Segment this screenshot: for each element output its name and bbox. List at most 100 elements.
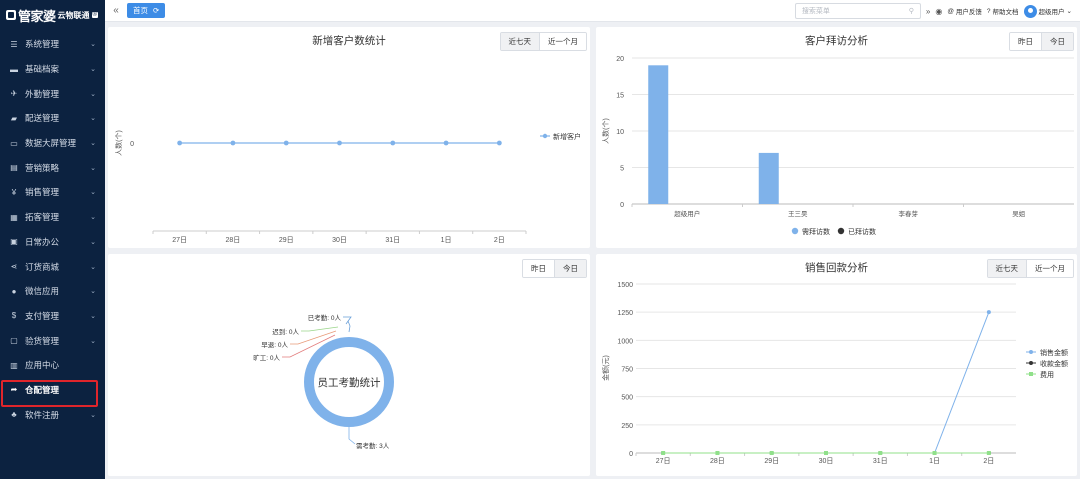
sidebar-item-label: 仓配管理 (25, 384, 60, 395)
sidebar-item[interactable]: ♣ 软件注册 ⌄ (0, 402, 105, 427)
chevron-down-icon: ⌄ (90, 238, 96, 246)
y-tick-label: 1500 (617, 282, 633, 289)
help-link[interactable]: ? 帮助文档 (987, 6, 1019, 17)
slice-label: 旷工: 0人 (253, 353, 280, 362)
logo-icon (6, 10, 16, 20)
leader-line (301, 326, 339, 332)
sidebar-item[interactable]: ▣ 日常办公 ⌄ (0, 230, 105, 255)
data-point (390, 140, 396, 146)
tab-home-label: 首页 (133, 6, 148, 15)
refresh-icon[interactable]: ⟳ (153, 6, 159, 15)
calendar-icon: ▥ (10, 360, 18, 370)
truck-icon: ▰ (10, 113, 18, 123)
bar-需拜访数 (648, 65, 669, 204)
sidebar-item[interactable]: ☰ 系统管理 ⌄ (0, 32, 105, 57)
chevron-down-icon: ⌄ (1066, 8, 1072, 15)
y-axis-label: 金额(元) (601, 355, 610, 381)
data-point (337, 140, 342, 146)
sidebar-item-label: 订货商城 (25, 261, 60, 272)
x-tick-label: 1日 (929, 457, 940, 465)
x-tick-label: 31日 (385, 236, 400, 244)
data-point (715, 451, 720, 455)
series-line-销售金额 (663, 311, 990, 454)
x-tick-label: 1日 (441, 236, 452, 244)
search-placeholder: 搜索菜单 (801, 8, 830, 15)
sidebar-item[interactable]: ▰ 配送管理 ⌄ (0, 106, 105, 131)
plane-icon: ✈ (10, 89, 18, 99)
x-tick-label: 2日 (983, 457, 994, 465)
menu-search-input[interactable]: 搜索菜单 ⚲ (794, 3, 921, 19)
sidebar-item[interactable]: ▦ 拓客管理 ⌄ (0, 205, 105, 230)
panel-new-customers: 新增客户数统计 近七天 近一个月 人数(个) 0 27日 28日 29日 30日 31日 1日… (108, 27, 590, 248)
legend-label: 销售金额 (1040, 348, 1068, 357)
tabs-menu-icon[interactable]: ◉ (935, 7, 942, 16)
chevron-down-icon: ⌄ (90, 411, 96, 419)
sidebar-item-label: 基础档案 (25, 64, 60, 75)
search-icon[interactable]: ⚲ (909, 7, 914, 15)
new-customers-chart: 人数(个) 0 27日 28日 29日 30日 31日 1日 2日 新增客户 (114, 130, 581, 244)
brand-logo[interactable]: 管家婆 云物联通 ® (0, 0, 105, 30)
sidebar-item-label: 营销策略 (25, 162, 60, 173)
data-point (769, 451, 774, 455)
inbox-icon: ▢ (10, 336, 18, 346)
chevron-down-icon: ⌄ (90, 312, 96, 320)
grid-icon: ▦ (10, 212, 18, 222)
chevron-down-icon: ⌄ (90, 115, 96, 123)
data-point (230, 140, 236, 146)
x-tick-label: 29日 (764, 457, 779, 465)
sidebar-item[interactable]: ▭ 数据大屏管理 ⌄ (0, 131, 105, 156)
topbar: « 首页 ⟳ 搜索菜单 ⚲ » ◉ @ 用户反馈 ? 帮助文档 超级用户 ⌄ (105, 0, 1080, 22)
folder-icon: ▬ (10, 64, 18, 74)
tab-home[interactable]: 首页 ⟳ (127, 3, 166, 18)
legend-label: 需拜访数 (802, 227, 830, 236)
sidebar-item[interactable]: ● 微信应用 ⌄ (0, 279, 105, 304)
sidebar-item[interactable]: ¥ 销售管理 ⌄ (0, 180, 105, 205)
brand-suffix: 云物联通 (57, 10, 90, 20)
sidebar-item[interactable]: ✈ 外勤管理 ⌄ (0, 81, 105, 106)
sidebar-item[interactable]: ▢ 验货管理 ⌄ (0, 328, 105, 353)
legend-label: 新增客户 (553, 132, 581, 141)
sidebar-item[interactable]: ▥ 应用中心 (0, 353, 105, 378)
expand-right-icon[interactable]: » (926, 7, 930, 16)
sidebar-menu: ☰ 系统管理 ⌄ ▬ 基础档案 ⌄ ✈ 外勤管理 ⌄ ▰ 配送管理 ⌄ ▭ 数据大屏管理 ⌄ ▤ 营销策略 ⌄ ¥ 销… (0, 32, 105, 427)
slice-label: 需考勤: 3人 (356, 441, 390, 450)
x-tick-label: 李春芽 (899, 209, 919, 218)
legend-marker (1029, 372, 1033, 376)
data-point (986, 310, 991, 315)
chevron-down-icon: ⌄ (90, 140, 96, 148)
data-point (443, 140, 449, 146)
data-point (283, 140, 289, 146)
sidebar-item-label: 拓客管理 (25, 212, 60, 223)
x-tick-label: 27日 (656, 457, 671, 465)
brand-name: 管家婆 (18, 8, 56, 24)
sidebar-item[interactable]: ▬ 基础档案 ⌄ (0, 57, 105, 82)
x-tick-label: 吴姐 (1012, 209, 1026, 218)
wallet-icon: ▤ (10, 163, 18, 173)
chevron-down-icon: ⌄ (90, 164, 96, 172)
data-point (932, 451, 937, 455)
sidebar-item[interactable]: $ 支付管理 ⌄ (0, 304, 105, 329)
sidebar-item[interactable]: ⋖ 订货商城 ⌄ (0, 254, 105, 279)
sitemap-icon: ♣ (11, 410, 17, 420)
y-tick-label: 1000 (617, 338, 633, 345)
x-tick-label: 2日 (494, 236, 505, 244)
collapse-sidebar-icon[interactable]: « (107, 5, 125, 16)
y-tick-label: 0 (130, 141, 134, 148)
legend-marker (1029, 350, 1033, 354)
feedback-link[interactable]: @ 用户反馈 (947, 6, 982, 17)
sidebar-item-label: 应用中心 (25, 360, 60, 371)
monitor-icon: ▭ (10, 138, 18, 148)
legend-marker (542, 133, 548, 139)
slice-label: 迟到: 0人 (272, 328, 299, 336)
data-point (824, 451, 828, 455)
slice-label: 已考勤: 0人 (308, 313, 342, 322)
y-tick-label: 15 (616, 93, 624, 100)
sidebar-item[interactable]: ▤ 营销策略 ⌄ (0, 155, 105, 180)
sidebar-item[interactable]: ➦ 仓配管理 (0, 378, 105, 403)
panel-payments: 销售回款分析 近七天 近一个月 金额(元) 0 250 500 750 1000 1250 1… (596, 254, 1077, 476)
user-menu[interactable]: 超级用户 ⌄ (1023, 4, 1072, 18)
chevron-down-icon: ⌄ (90, 41, 96, 49)
briefcase-icon: ▣ (10, 237, 18, 247)
x-tick-label: 王三昊 (788, 210, 808, 218)
donut-center-title: 员工考勤统计 (318, 376, 381, 389)
